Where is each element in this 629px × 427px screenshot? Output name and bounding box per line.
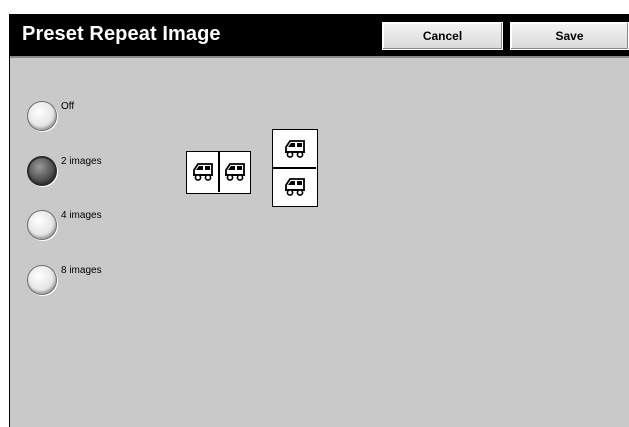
save-button[interactable]: Save	[510, 22, 629, 50]
van-icon	[273, 168, 316, 205]
page-title: Preset Repeat Image	[22, 23, 221, 45]
preset-repeat-image-screen: Preset Repeat Image Cancel Save Off 2 im…	[9, 14, 629, 427]
van-icon	[273, 130, 316, 167]
van-icon	[219, 152, 250, 192]
horizontal-layout-preview	[186, 151, 251, 194]
title-bar: Preset Repeat Image Cancel Save	[10, 15, 629, 56]
option-off-label: Off	[61, 101, 75, 112]
option-4-images[interactable]: 4 images	[27, 210, 102, 240]
van-icon	[187, 152, 218, 192]
radio-off[interactable]	[27, 101, 57, 131]
option-8-images-label: 8 images	[61, 265, 102, 276]
option-2-images[interactable]: 2 images	[27, 156, 102, 186]
vertical-layout-preview	[272, 129, 318, 207]
cancel-button[interactable]: Cancel	[382, 22, 503, 50]
radio-2-images[interactable]	[27, 156, 57, 186]
radio-4-images[interactable]	[27, 210, 57, 240]
option-off[interactable]: Off	[27, 101, 74, 131]
option-4-images-label: 4 images	[61, 210, 102, 221]
option-2-images-label: 2 images	[61, 156, 102, 167]
title-divider	[10, 56, 629, 58]
option-8-images[interactable]: 8 images	[27, 265, 102, 295]
radio-8-images[interactable]	[27, 265, 57, 295]
